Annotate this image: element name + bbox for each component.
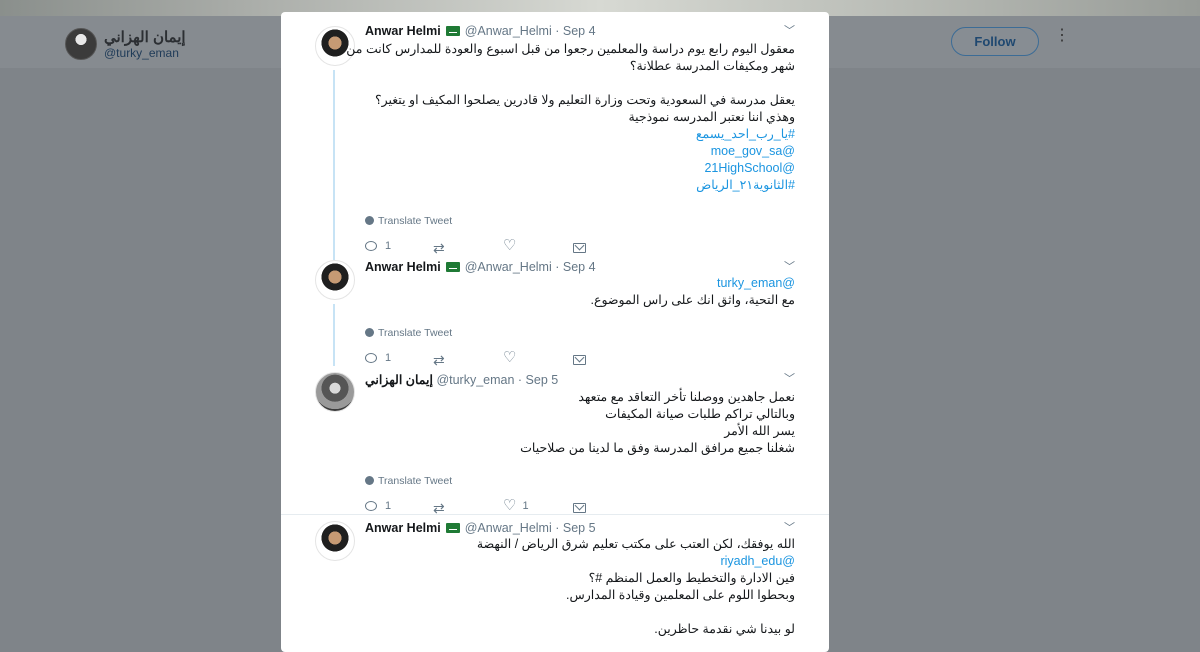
tweet-line: [365, 75, 795, 92]
tweet-line: وهذي اننا نعتبر المدرسه نموذجية: [628, 110, 795, 124]
tweet-line: [365, 604, 795, 621]
tweet-line: فين الادارة والتخطيط والعمل المنظم #؟: [588, 571, 795, 585]
profile-name[interactable]: إيمان الهزاني: [104, 28, 186, 46]
hashtag-link[interactable]: #الثانوية٢١_الرياض: [365, 177, 795, 194]
tweet-text: @turky_eman مع التحية، واثق انك على راس …: [365, 275, 795, 309]
like-button[interactable]: ♡ 1: [503, 497, 529, 514]
tweet-thread-modal: Anwar Helmi @Anwar_Helmi · Sep 4 ﹀ معقول …: [281, 12, 829, 652]
mention-link[interactable]: @moe_gov_sa: [365, 143, 795, 160]
chevron-down-icon[interactable]: ﹀: [784, 22, 795, 38]
chevron-down-icon[interactable]: ﹀: [784, 258, 795, 274]
author-name[interactable]: Anwar Helmi: [365, 521, 441, 535]
retweet-button[interactable]: ⇄: [433, 240, 451, 257]
like-count: 1: [522, 500, 529, 512]
tweet-header: Anwar Helmi @Anwar_Helmi · Sep 4: [365, 260, 596, 276]
saudi-flag-icon: [445, 523, 460, 533]
reply-count: 1: [385, 240, 392, 252]
author-avatar[interactable]: [315, 260, 355, 300]
reply-button[interactable]: 1: [365, 352, 391, 364]
heart-icon: ♡: [503, 237, 517, 254]
tweet-text: معقول اليوم رابع يوم دراسة والمعلمين رجع…: [346, 41, 795, 194]
translate-tweet-link[interactable]: Translate Tweet: [365, 215, 452, 227]
profile-avatar[interactable]: [65, 28, 97, 60]
tweet-time[interactable]: · Sep 5: [518, 373, 558, 387]
envelope-icon: [573, 355, 586, 365]
tweet-line: وبالتالي تراكم طلبات صيانة المكيفات: [605, 407, 795, 421]
mention-link[interactable]: @turky_eman: [365, 275, 795, 292]
mention-link[interactable]: @riyadh_edu: [365, 553, 795, 570]
tweet-line: معقول اليوم رابع يوم دراسة والمعلمين رجع…: [346, 42, 795, 56]
author-name[interactable]: Anwar Helmi: [365, 260, 441, 274]
author-handle[interactable]: @turky_eman: [436, 373, 514, 387]
like-button[interactable]: ♡: [503, 349, 522, 366]
reply-count: 1: [385, 500, 392, 512]
tweet-line: يسر الله الأمر: [724, 424, 795, 438]
tweet-line: الله يوفقك، لكن العتب على مكتب تعليم شرق…: [476, 537, 795, 551]
author-avatar[interactable]: [315, 372, 355, 412]
reply-button[interactable]: 1: [365, 500, 391, 512]
thread-line: [333, 304, 335, 366]
tweet-line: نعمل جاهدين ووصلنا تأخر التعاقد مع متعهد: [578, 390, 795, 404]
heart-icon: ♡: [503, 349, 517, 366]
tweet-text: نعمل جاهدين ووصلنا تأخر التعاقد مع متعهد…: [365, 389, 795, 457]
globe-icon: [365, 476, 374, 485]
globe-icon: [365, 328, 374, 337]
retweet-icon: ⇄: [433, 240, 445, 256]
hashtag-link[interactable]: #يا_رب_احد_يسمع: [365, 126, 795, 143]
tweet-line: شهر ومكيفات المدرسة عطلانة؟: [629, 59, 795, 73]
author-handle[interactable]: @Anwar_Helmi: [465, 24, 552, 38]
thread-line: [333, 70, 335, 260]
tweet-actions: 1 ⇄ ♡: [365, 237, 605, 258]
tweet-line: يعقل مدرسة في السعودية وتحت وزارة التعلي…: [374, 93, 795, 107]
follow-button[interactable]: Follow: [951, 27, 1039, 56]
tweet-header: Anwar Helmi @Anwar_Helmi · Sep 5: [365, 521, 596, 537]
translate-label[interactable]: Translate Tweet: [378, 215, 452, 227]
reply-count: 1: [385, 352, 392, 364]
tweet-line: شغلنا جميع مرافق المدرسة وفق ما لدينا من…: [520, 441, 795, 455]
author-avatar[interactable]: [315, 521, 355, 561]
heart-icon: ♡: [503, 497, 517, 514]
tweet-line: لو بيدنا شي نقدمة حاظرين.: [654, 622, 795, 636]
reply-icon: [365, 353, 377, 363]
tweet-line: وبحطوا اللوم على المعلمين وقيادة المدارس…: [566, 588, 795, 602]
saudi-flag-icon: [445, 26, 460, 36]
reply-button[interactable]: 1: [365, 240, 391, 252]
chevron-down-icon[interactable]: ﹀: [784, 370, 795, 386]
more-options-icon[interactable]: ⋮: [1054, 28, 1070, 51]
reply-icon: [365, 241, 377, 251]
retweet-icon: ⇄: [433, 352, 445, 368]
direct-message-button[interactable]: [573, 243, 586, 253]
reply-icon: [365, 501, 377, 511]
like-button[interactable]: ♡: [503, 237, 522, 254]
tweet-time[interactable]: · Sep 5: [555, 521, 595, 535]
translate-label[interactable]: Translate Tweet: [378, 475, 452, 487]
tweet-time[interactable]: · Sep 4: [555, 24, 595, 38]
tweet-text: الله يوفقك، لكن العتب على مكتب تعليم شرق…: [365, 536, 795, 638]
tweet-actions: 1 ⇄ ♡: [365, 349, 605, 370]
globe-icon: [365, 216, 374, 225]
author-handle[interactable]: @Anwar_Helmi: [465, 521, 552, 535]
translate-tweet-link[interactable]: Translate Tweet: [365, 475, 452, 487]
saudi-flag-icon: [445, 262, 460, 272]
tweet-header: Anwar Helmi @Anwar_Helmi · Sep 4: [365, 24, 596, 40]
mention-link[interactable]: @21HighSchool: [365, 160, 795, 177]
envelope-icon: [573, 503, 586, 513]
retweet-button[interactable]: ⇄: [433, 352, 451, 369]
translate-label[interactable]: Translate Tweet: [378, 327, 452, 339]
tweet-actions: 1 ⇄ ♡ 1: [365, 497, 605, 518]
chevron-down-icon[interactable]: ﹀: [784, 519, 795, 535]
tweet-time[interactable]: · Sep 4: [555, 260, 595, 274]
direct-message-button[interactable]: [573, 355, 586, 365]
tweet-header: إيمان الهزاني @turky_eman · Sep 5: [365, 372, 558, 388]
envelope-icon: [573, 243, 586, 253]
author-handle[interactable]: @Anwar_Helmi: [465, 260, 552, 274]
tweet-line: مع التحية، واثق انك على راس الموضوع.: [590, 293, 795, 307]
divider: [281, 514, 829, 515]
author-name[interactable]: Anwar Helmi: [365, 24, 441, 38]
author-name[interactable]: إيمان الهزاني: [365, 373, 433, 387]
direct-message-button[interactable]: [573, 503, 586, 513]
translate-tweet-link[interactable]: Translate Tweet: [365, 327, 452, 339]
profile-handle[interactable]: @turky_eman: [104, 46, 179, 60]
